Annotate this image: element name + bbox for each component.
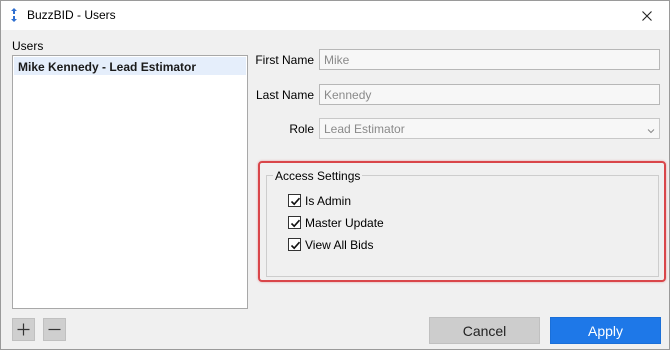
add-user-button[interactable] <box>12 318 35 341</box>
remove-user-button[interactable] <box>43 318 66 341</box>
last-name-label: Last Name <box>255 88 314 102</box>
master-update-label: Master Update <box>305 215 384 230</box>
list-item[interactable]: Mike Kennedy - Lead Estimator <box>14 57 246 75</box>
users-label: Users <box>12 39 44 53</box>
minus-icon <box>48 328 61 331</box>
buzzbid-logo-icon <box>9 8 19 22</box>
close-icon <box>642 10 652 21</box>
first-name-label: First Name <box>255 53 314 67</box>
first-name-field[interactable] <box>319 49 660 70</box>
title-bar: BuzzBID - Users <box>1 1 669 30</box>
users-dialog: BuzzBID - Users Users Mike Kennedy - Lea… <box>0 0 670 350</box>
role-dropdown[interactable]: Lead Estimator <box>319 118 660 139</box>
view-all-bids-label: View All Bids <box>305 237 374 252</box>
last-name-field[interactable] <box>319 84 660 105</box>
plus-icon <box>17 323 30 336</box>
checkbox-checked-icon <box>288 238 301 251</box>
checkbox-checked-icon <box>288 216 301 229</box>
checkbox-checked-icon <box>288 194 301 207</box>
master-update-checkbox[interactable]: Master Update <box>288 215 384 230</box>
role-value: Lead Estimator <box>324 122 405 136</box>
access-settings-title: Access Settings <box>273 169 363 183</box>
window-title: BuzzBID - Users <box>27 8 116 22</box>
role-label: Role <box>289 122 314 136</box>
is-admin-checkbox[interactable]: Is Admin <box>288 193 351 208</box>
is-admin-label: Is Admin <box>305 193 352 208</box>
close-button[interactable] <box>625 1 669 30</box>
cancel-button[interactable]: Cancel <box>429 317 540 344</box>
chevron-down-icon <box>647 124 655 134</box>
users-list[interactable]: Mike Kennedy - Lead Estimator <box>12 55 248 309</box>
apply-button[interactable]: Apply <box>550 317 661 344</box>
view-all-bids-checkbox[interactable]: View All Bids <box>288 237 373 252</box>
